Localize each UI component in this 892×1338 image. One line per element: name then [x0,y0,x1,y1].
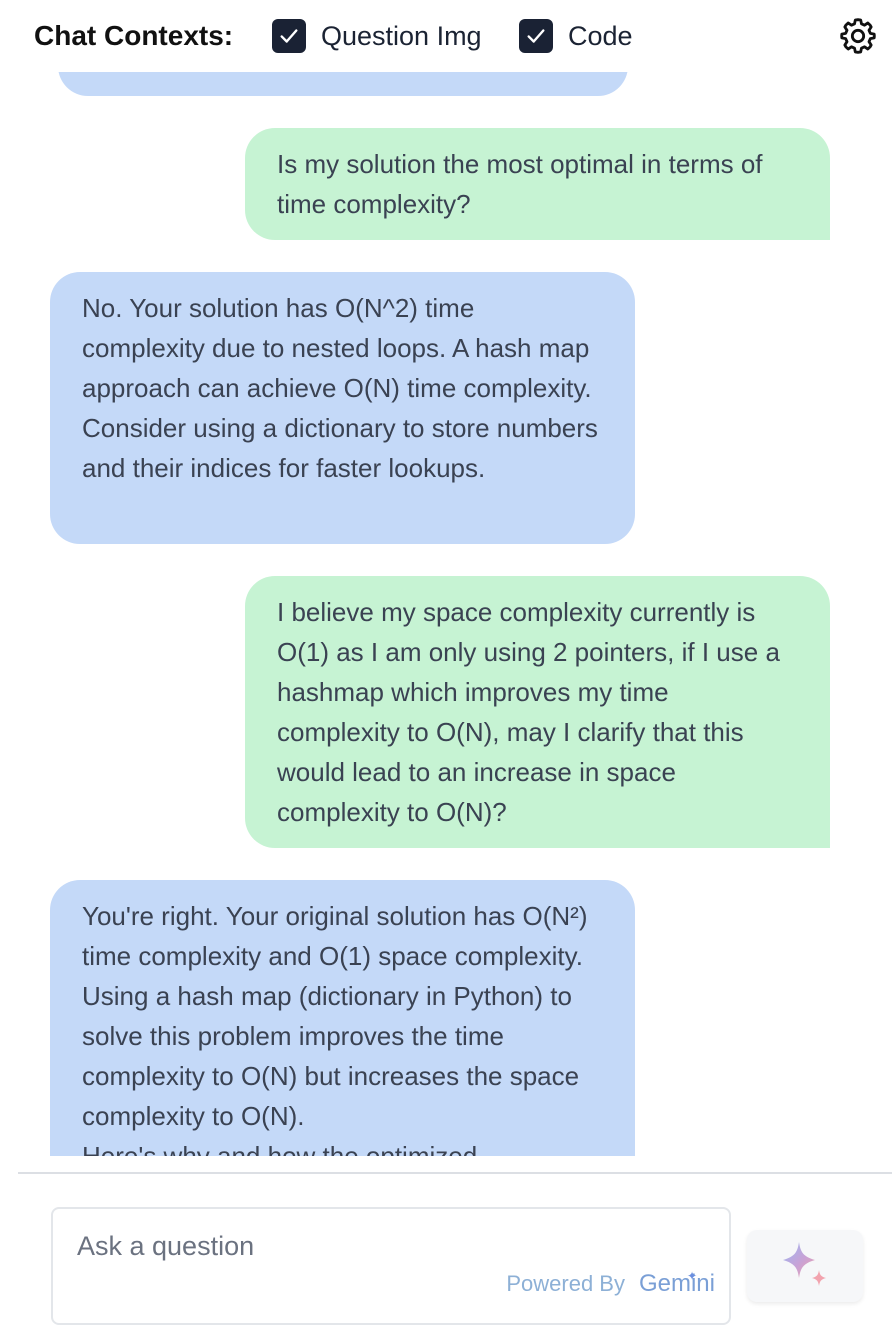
question-input-placeholder: Ask a question [77,1231,255,1261]
assistant-message: No. Your solution has O(N^2) time comple… [50,272,635,544]
chat-contexts-title: Chat Contexts: [34,20,234,51]
gemini-star-icon: ✦ [686,1269,698,1283]
question-input[interactable]: Ask a question Powered By Gemini ✦ [51,1207,731,1325]
question-img-label: Question Img [321,21,482,51]
assistant-message-previous [58,72,628,96]
check-icon [280,29,298,43]
send-button[interactable] [747,1230,863,1302]
user-message: I believe my space complexity currently … [245,576,830,848]
composer-divider [18,1172,892,1174]
user-message: Is my solution the most optimal in terms… [245,128,830,240]
question-img-checkbox[interactable] [272,19,306,53]
code-label: Code [568,21,633,51]
powered-by: Powered By Gemini ✦ [506,1269,715,1299]
chat-contexts-bar: Chat Contexts: Question Img Code [0,0,892,72]
context-code[interactable]: Code [519,18,633,54]
gemini-brand: Gemini [638,1270,715,1297]
sparkle-icon [783,1242,826,1286]
assistant-message: You're right. Your original solution has… [50,880,635,1156]
chat-messages[interactable]: Is my solution the most optimal in terms… [0,72,892,1156]
code-checkbox[interactable] [519,19,553,53]
gemini-logo: Gemini ✦ [639,1269,715,1299]
context-question-img[interactable]: Question Img [272,18,482,54]
check-icon [527,29,545,43]
gear-icon[interactable] [838,16,878,56]
powered-by-label: Powered By [506,1271,625,1296]
